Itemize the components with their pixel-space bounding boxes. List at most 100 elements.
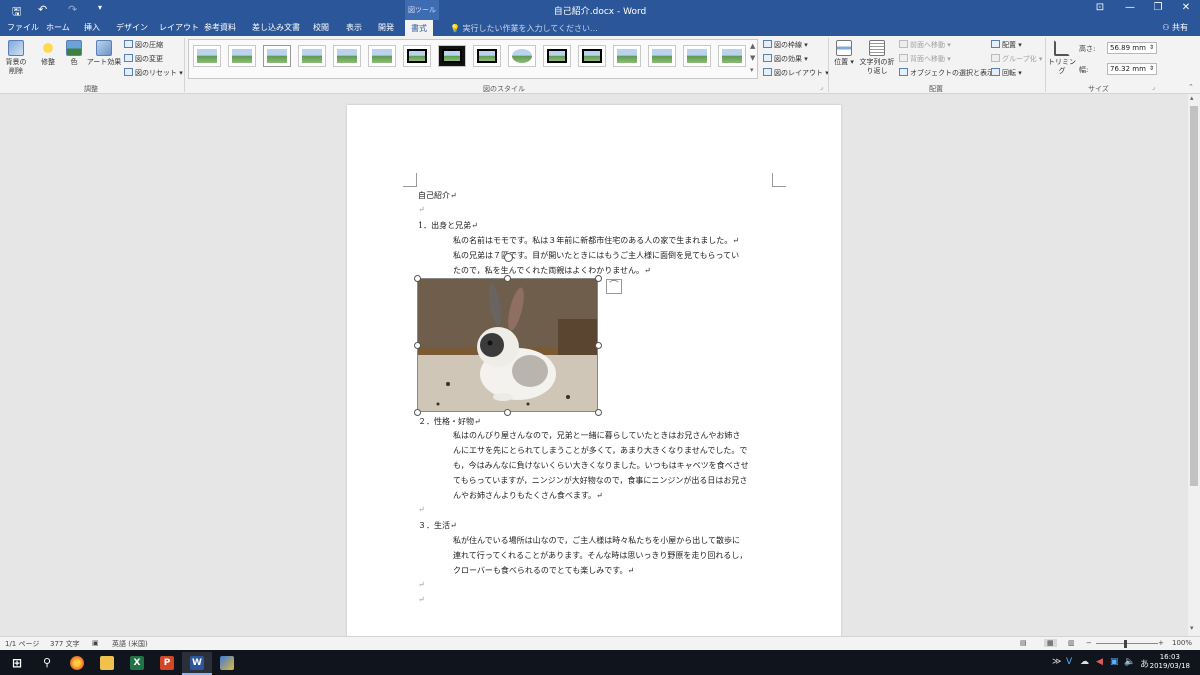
crop-button[interactable]: トリミング — [1048, 40, 1076, 76]
zoom-out-icon[interactable]: − — [1086, 639, 1092, 647]
tab-home[interactable]: ホーム — [46, 22, 70, 33]
tab-view[interactable]: 表示 — [346, 22, 362, 33]
tab-insert[interactable]: 挿入 — [84, 22, 100, 33]
height-input[interactable]: 56.89 mm ⇕ — [1107, 42, 1157, 54]
group-objects-button[interactable]: グループ化 ▾ — [991, 54, 1042, 64]
zoom-slider-thumb[interactable] — [1124, 640, 1127, 648]
taskbar-firefox[interactable] — [62, 652, 92, 675]
section-paragraph[interactable]: 私はのんびり屋さんなので，兄弟と一緒に暮らしていたときはお兄さんやお姉さ んにエ… — [453, 428, 749, 503]
read-mode-icon[interactable]: ▤ — [1020, 639, 1027, 647]
zoom-level[interactable]: 100% — [1172, 639, 1192, 647]
section-paragraph[interactable]: 私の名前はモモです。私は３年前に新都市住宅のある人の家で生まれました。↵ 私の兄… — [453, 233, 739, 278]
resize-handle[interactable] — [504, 409, 511, 416]
taskbar-powerpoint[interactable]: P — [152, 652, 182, 675]
share-button[interactable]: ⚇ 共有 — [1162, 22, 1188, 33]
vertical-scrollbar[interactable]: ▴ ▾ — [1188, 94, 1200, 636]
document-title-line[interactable]: 自己紹介↵ — [418, 190, 457, 201]
language-indicator[interactable]: 英語 (米国) — [112, 639, 148, 649]
proofing-icon[interactable]: ▣ — [92, 639, 99, 647]
empty-paragraph[interactable]: ↵ — [418, 205, 425, 214]
section-paragraph[interactable]: 私が住んでいる場所は山なので，ご主人様は時々私たちを小屋から出して散歩に 連れて… — [453, 533, 747, 578]
restore-button[interactable]: ❐ — [1150, 2, 1166, 16]
resize-handle[interactable] — [504, 275, 511, 282]
resize-handle[interactable] — [414, 342, 421, 349]
style-thumb[interactable] — [718, 45, 746, 67]
style-thumb[interactable] — [648, 45, 676, 67]
compress-pictures-button[interactable]: 図の圧縮 — [124, 40, 163, 50]
minimize-button[interactable]: — — [1122, 2, 1138, 16]
section-heading[interactable]: ３．生活↵ — [418, 520, 457, 531]
style-thumb[interactable] — [263, 45, 291, 67]
page-count[interactable]: 1/1 ページ — [5, 639, 39, 649]
start-button[interactable]: ⊞ — [2, 652, 32, 675]
section-heading[interactable]: ２．性格・好物↵ — [418, 416, 481, 427]
taskbar-app[interactable] — [212, 652, 242, 675]
selection-pane-button[interactable]: オブジェクトの選択と表示 — [899, 68, 994, 78]
tab-references[interactable]: 参考資料 — [204, 22, 236, 33]
tab-developer[interactable]: 開発 — [378, 22, 394, 33]
resize-handle[interactable] — [595, 342, 602, 349]
artistic-effects-button[interactable]: アート効果 — [86, 40, 122, 67]
spinner-icon[interactable]: ⇕ — [1149, 65, 1154, 72]
empty-paragraph[interactable]: ↵ — [418, 505, 425, 514]
tray-v-icon[interactable]: V — [1066, 657, 1072, 667]
tab-review[interactable]: 校閲 — [313, 22, 329, 33]
style-thumb[interactable] — [333, 45, 361, 67]
tray-onedrive-icon[interactable]: ☁ — [1080, 657, 1089, 667]
resize-handle[interactable] — [595, 409, 602, 416]
reset-picture-button[interactable]: 図のリセット ▾ — [124, 68, 183, 78]
style-thumb[interactable] — [228, 45, 256, 67]
style-thumb[interactable] — [683, 45, 711, 67]
resize-handle[interactable] — [414, 409, 421, 416]
scroll-up-icon[interactable]: ▴ — [1190, 94, 1194, 102]
speaker-icon[interactable]: 🔈 — [1124, 657, 1135, 667]
style-thumb[interactable] — [403, 45, 431, 67]
width-input[interactable]: 76.32 mm ⇕ — [1107, 63, 1157, 75]
picture-effects-button[interactable]: 図の効果 ▾ — [763, 54, 808, 64]
tray-network-icon[interactable]: ▣ — [1110, 657, 1119, 667]
position-button[interactable]: 位置 ▾ — [833, 40, 855, 67]
corrections-button[interactable]: 修整 — [36, 40, 60, 67]
resize-handle[interactable] — [595, 275, 602, 282]
tab-design[interactable]: デザイン — [116, 22, 148, 33]
zoom-in-icon[interactable]: + — [1158, 639, 1164, 647]
tab-format[interactable]: 書式 — [405, 20, 433, 36]
section-heading[interactable]: 1．出身と兄弟↵ — [418, 220, 478, 231]
style-thumb[interactable] — [438, 45, 466, 67]
ribbon-options-icon[interactable]: ⊡ — [1092, 2, 1108, 16]
gallery-scroll-up-icon[interactable]: ▲ — [750, 42, 755, 50]
rotate-handle[interactable] — [504, 253, 513, 262]
style-thumb[interactable] — [473, 45, 501, 67]
remove-background-button[interactable]: 背景の削除 — [3, 40, 29, 76]
rotate-button[interactable]: 回転 ▾ — [991, 68, 1022, 78]
picture-layout-button[interactable]: 図のレイアウト ▾ — [763, 68, 829, 78]
web-layout-icon[interactable]: ▥ — [1068, 639, 1075, 647]
empty-paragraph[interactable]: ↵ — [418, 595, 425, 604]
taskbar-word[interactable]: W — [182, 652, 212, 675]
ime-indicator[interactable]: あ — [1140, 657, 1149, 670]
tray-chevron-icon[interactable]: ≫ — [1052, 657, 1061, 667]
tab-layout[interactable]: レイアウト — [159, 22, 199, 33]
style-thumb[interactable] — [298, 45, 326, 67]
taskbar-excel[interactable]: X — [122, 652, 152, 675]
word-count[interactable]: 377 文字 — [50, 639, 80, 649]
change-picture-button[interactable]: 図の変更 — [124, 54, 163, 64]
spinner-icon[interactable]: ⇕ — [1149, 44, 1154, 51]
color-button[interactable]: 色 — [64, 40, 84, 67]
empty-paragraph[interactable]: ↵ — [418, 580, 425, 589]
search-button[interactable]: ⚲ — [32, 652, 62, 675]
scroll-down-icon[interactable]: ▾ — [1190, 624, 1194, 632]
align-button[interactable]: 配置 ▾ — [991, 40, 1022, 50]
taskbar-explorer[interactable] — [92, 652, 122, 675]
zoom-slider[interactable] — [1096, 643, 1158, 644]
rabbit-photo[interactable] — [417, 278, 598, 412]
dialog-launcher-icon[interactable]: ⌟ — [820, 83, 823, 91]
tab-file[interactable]: ファイル — [7, 22, 39, 33]
taskbar-clock[interactable]: 16:03 2019/03/18 — [1150, 653, 1190, 671]
style-thumb[interactable] — [508, 45, 536, 67]
style-thumb[interactable] — [368, 45, 396, 67]
gallery-scroll-down-icon[interactable]: ▼ — [750, 54, 755, 62]
collapse-ribbon-icon[interactable]: ⌃ — [1188, 83, 1194, 91]
layout-options-icon[interactable]: ⌒ — [606, 279, 622, 294]
style-thumb[interactable] — [578, 45, 606, 67]
